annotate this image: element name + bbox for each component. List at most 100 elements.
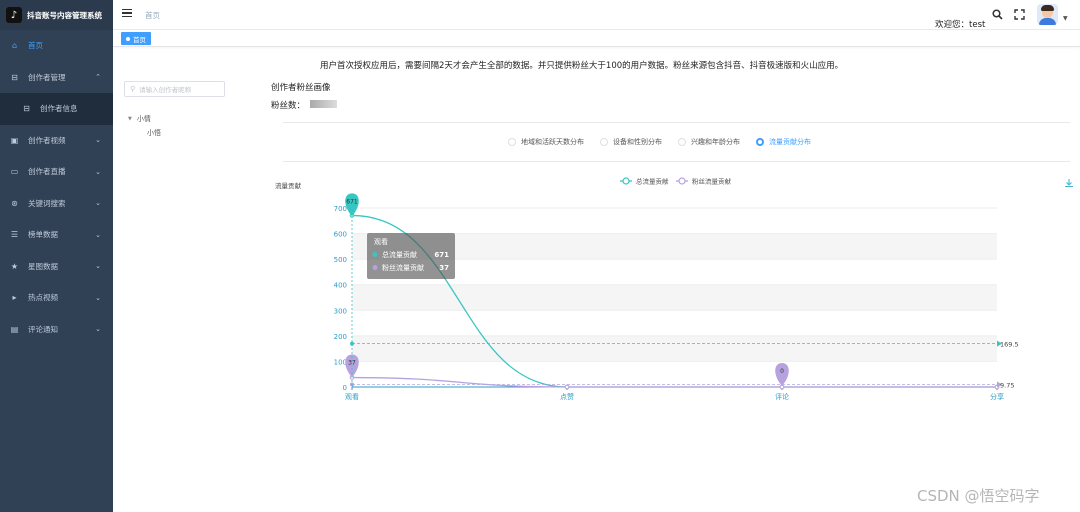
tooltip-marker bbox=[372, 265, 378, 270]
y-tick-label: 500 bbox=[334, 256, 347, 264]
legend-label: 总流量贡献 bbox=[636, 177, 669, 186]
y-tick-label: 600 bbox=[334, 231, 347, 239]
tiktok-logo-icon: ♪ bbox=[6, 7, 22, 23]
tree-child-label: 小悟 bbox=[147, 129, 161, 137]
radio-circle[interactable] bbox=[508, 138, 516, 146]
chevron-down-icon: ⌄ bbox=[95, 136, 101, 145]
sidebar-item-8[interactable]: ▸ 热点视频 ⌄ bbox=[0, 282, 113, 314]
radio-label: 流量贡献分布 bbox=[769, 138, 811, 146]
series-line-1 bbox=[351, 376, 997, 388]
pin-label: 0 bbox=[780, 368, 784, 375]
sidebar-item-label: 关键词搜索 bbox=[28, 198, 66, 208]
star-icon: ★ bbox=[10, 261, 19, 271]
search-icon[interactable] bbox=[992, 9, 1003, 23]
sidebar-item-label: 星图数据 bbox=[28, 261, 58, 271]
legend-marker bbox=[622, 177, 630, 185]
sidebar-item-label: 创作者视频 bbox=[28, 135, 66, 145]
welcome-text: 欢迎您：test bbox=[935, 20, 986, 30]
fans-label: 粉丝数： bbox=[271, 101, 306, 111]
chevron-down-icon: ⌄ bbox=[95, 262, 101, 271]
y-tick-label: 700 bbox=[334, 205, 347, 213]
sidebar-item-label: 首页 bbox=[28, 41, 43, 51]
download-icon[interactable] bbox=[1064, 178, 1074, 191]
y-tick-label: 0 bbox=[343, 384, 347, 392]
chevron-down-icon: ⌄ bbox=[95, 167, 101, 176]
chevron-down-icon[interactable]: ▼ bbox=[1063, 15, 1068, 22]
x-tick-label: 分享 bbox=[990, 392, 1004, 401]
divider bbox=[283, 122, 1070, 123]
tags-view: 首页 bbox=[113, 30, 1080, 47]
sidebar-logo[interactable]: ♪ 抖音账号内容管理系统 bbox=[0, 0, 113, 30]
tooltip-series-name: 粉丝流量贡献 bbox=[382, 263, 424, 272]
chevron-down-icon: ⌄ bbox=[95, 293, 101, 302]
divider bbox=[283, 161, 1070, 162]
y-axis-label: 流量贡献 bbox=[275, 181, 302, 190]
chevron-down-icon: ⌄ bbox=[95, 230, 101, 239]
chart-tooltip: 观看总流量贡献 671 粉丝流量贡献 37 bbox=[367, 233, 455, 279]
avg-line-label: 169.5 bbox=[1000, 341, 1019, 349]
tooltip-value: 671 bbox=[434, 251, 449, 259]
tooltip-value: 37 bbox=[439, 264, 449, 272]
sidebar-item-5[interactable]: ⊛ 关键词搜索 ⌄ bbox=[0, 188, 113, 220]
sidebar-item-label: 创作者信息 bbox=[40, 104, 78, 114]
sidebar-item-4[interactable]: ▭ 创作者直播 ⌄ bbox=[0, 156, 113, 188]
hamburger-icon[interactable] bbox=[122, 9, 132, 18]
comment-icon: ▤ bbox=[10, 324, 19, 334]
sidebar-menu: ⌂ 首页 ⊟ 创作者管理 ⌃ ⊟ 创作者信息 ▣ 创作者视频 ⌄ ▭ 创作者直播 ⌄ ⊛ 关键词搜索 ⌄ ☰ 榜单… bbox=[0, 30, 113, 345]
legend-label: 粉丝流量贡献 bbox=[692, 177, 732, 186]
tag-home-label: 首页 bbox=[133, 35, 146, 44]
sidebar-item-3[interactable]: ▣ 创作者视频 ⌄ bbox=[0, 125, 113, 157]
watermark: CSDN @悟空码字 bbox=[917, 487, 1040, 505]
sidebar-item-7[interactable]: ★ 星图数据 ⌄ bbox=[0, 251, 113, 283]
creator-icon: ⊟ bbox=[11, 72, 18, 82]
tree-node-parent[interactable]: ▼ 小情 bbox=[128, 112, 161, 126]
chevron-down-icon: ⌄ bbox=[95, 325, 101, 334]
play-icon: ▸ bbox=[12, 293, 17, 303]
sidebar: ♪ 抖音账号内容管理系统 ⌂ 首页 ⊟ 创作者管理 ⌃ ⊟ 创作者信息 ▣ 创作者视频 ⌄ ▭ 创作者… bbox=[0, 0, 113, 512]
sidebar-item-6[interactable]: ☰ 榜单数据 ⌄ bbox=[0, 219, 113, 251]
breadcrumb[interactable]: 首页 bbox=[145, 10, 160, 21]
radio-option-3[interactable]: 流量贡献分布 bbox=[756, 137, 811, 147]
search-placeholder: 请输入创作者昵称 bbox=[139, 86, 192, 94]
chevron-up-icon: ⌃ bbox=[95, 73, 101, 82]
fans-count-redacted bbox=[310, 100, 337, 108]
tree-parent-label: 小情 bbox=[136, 115, 151, 123]
sidebar-item-0[interactable]: ⌂ 首页 bbox=[0, 30, 113, 62]
home-icon: ⌂ bbox=[11, 41, 18, 51]
radio-circle[interactable] bbox=[600, 138, 608, 146]
caret-down-icon[interactable]: ▼ bbox=[128, 116, 132, 122]
radio-label: 地域和活跃天数分布 bbox=[521, 138, 584, 146]
fullscreen-icon[interactable] bbox=[1014, 9, 1025, 23]
sidebar-item-1[interactable]: ⊟ 创作者管理 ⌃ bbox=[0, 62, 113, 94]
chart-legend: 总流量贡献 粉丝流量贡献 bbox=[620, 177, 732, 186]
tag-home[interactable]: 首页 bbox=[121, 32, 151, 45]
radio-label: 兴趣和年龄分布 bbox=[691, 138, 740, 146]
sidebar-item-2[interactable]: ⊟ 创作者信息 bbox=[0, 93, 113, 125]
sidebar-item-label: 榜单数据 bbox=[28, 230, 58, 240]
grid-band bbox=[352, 284, 997, 311]
traffic-contribution-chart: 0100200300400500600700流量贡献观看 点赞 评论 分享总流量贡献粉… bbox=[275, 177, 1019, 402]
header: 首页 欢迎您：test ▼ bbox=[113, 0, 1080, 30]
y-tick-label: 300 bbox=[334, 307, 347, 315]
tooltip-title: 观看 bbox=[374, 238, 388, 246]
distribution-radio-group: 地域和活跃天数分布 设备和性别分布 兴趣和年龄分布 流量贡献分布 bbox=[508, 137, 827, 147]
radio-option-0[interactable]: 地域和活跃天数分布 bbox=[508, 137, 584, 147]
sidebar-item-9[interactable]: ▤ 评论通知 ⌄ bbox=[0, 314, 113, 346]
section-title: 创作者粉丝画像 bbox=[271, 83, 331, 93]
tree-node-child[interactable]: 小悟 bbox=[128, 126, 161, 140]
avatar[interactable] bbox=[1037, 4, 1058, 25]
x-tick-label: 观看 bbox=[345, 393, 359, 401]
radio-option-1[interactable]: 设备和性别分布 bbox=[600, 137, 662, 147]
y-tick-label: 200 bbox=[334, 333, 347, 341]
list-icon: ☰ bbox=[10, 230, 19, 240]
x-tick-label: 点赞 bbox=[560, 392, 574, 401]
radio-option-2[interactable]: 兴趣和年龄分布 bbox=[678, 137, 740, 147]
radio-circle[interactable] bbox=[678, 138, 686, 146]
radio-label: 设备和性别分布 bbox=[613, 138, 662, 146]
y-tick-label: 100 bbox=[334, 358, 347, 366]
radio-circle[interactable] bbox=[756, 138, 764, 146]
x-tick-label: 评论 bbox=[775, 392, 789, 401]
search-input[interactable]: ⚲ 请输入创作者昵称 bbox=[124, 81, 225, 97]
y-tick-label: 400 bbox=[334, 282, 347, 290]
creator-tree: ▼ 小情 小悟 bbox=[128, 112, 161, 140]
